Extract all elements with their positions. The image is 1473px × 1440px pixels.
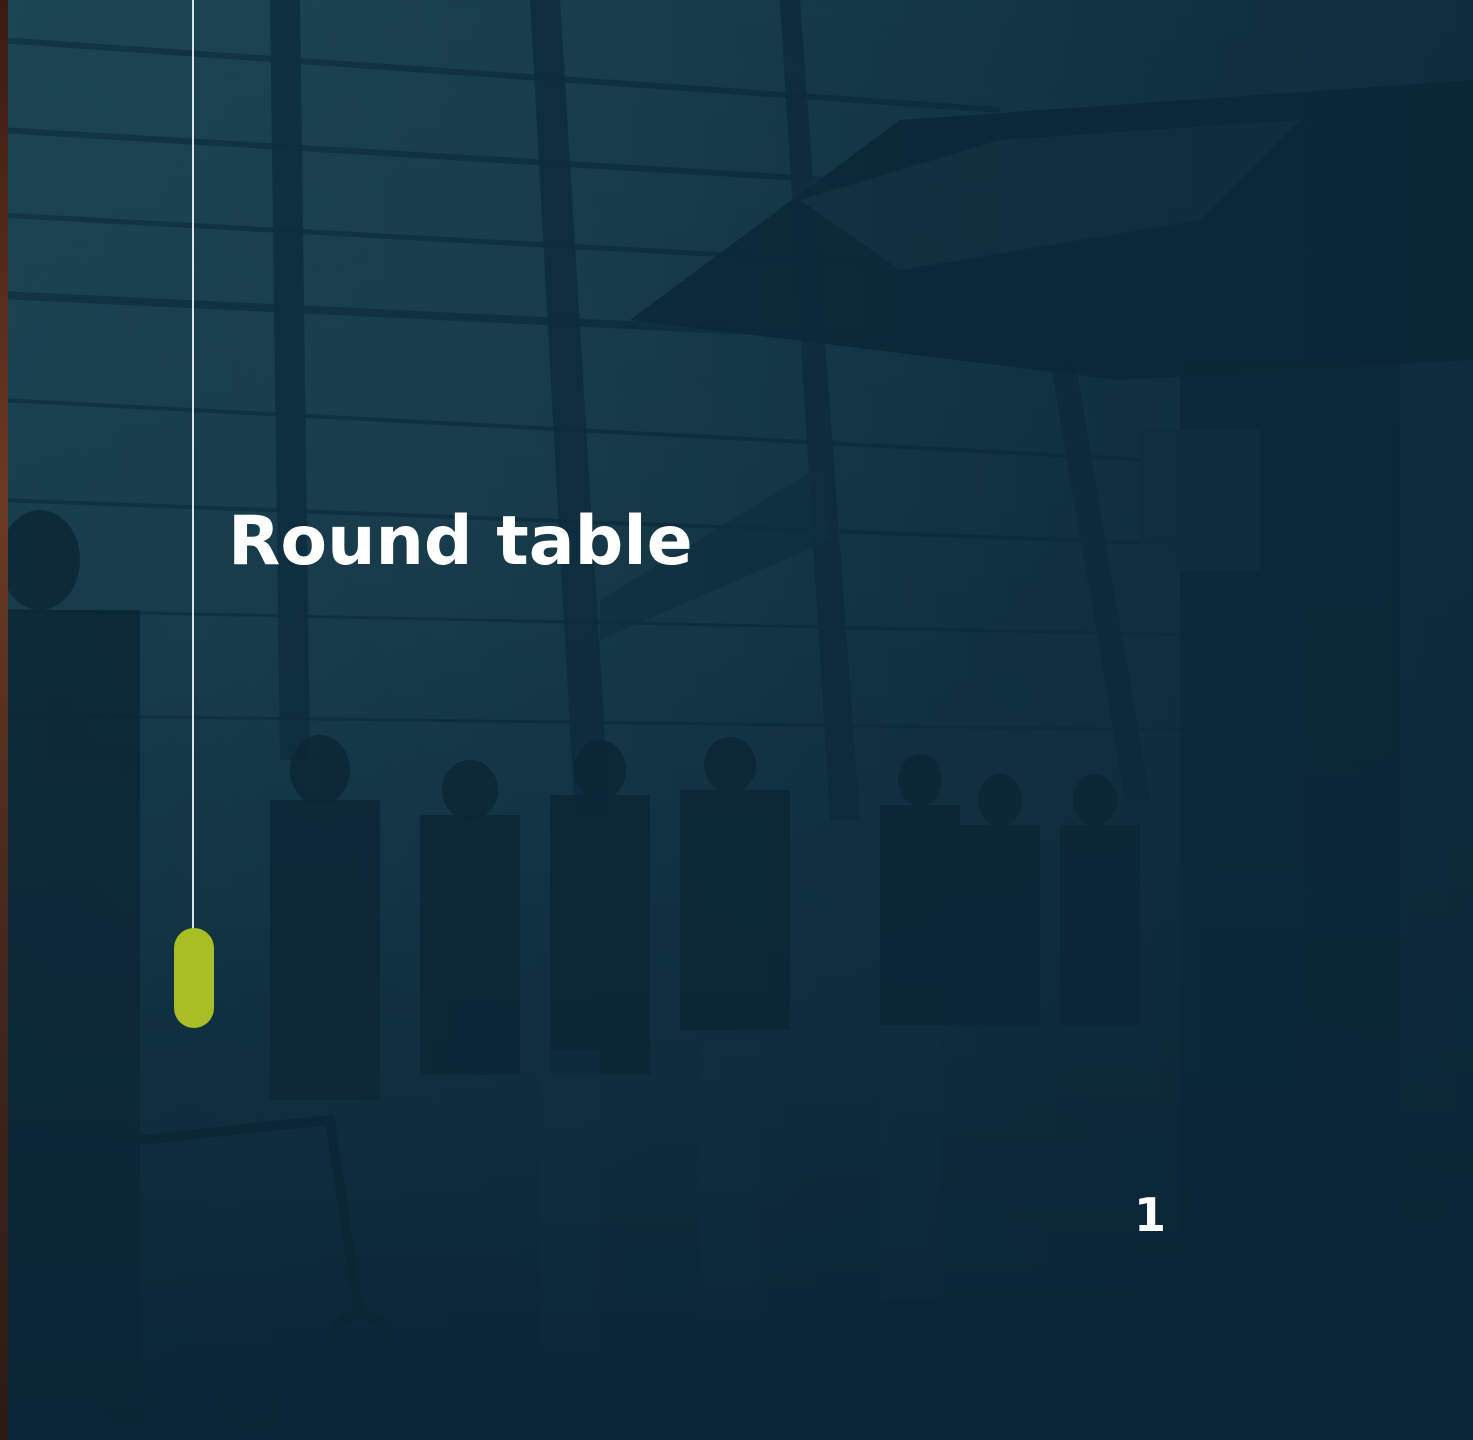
page-number: 1: [1134, 1188, 1167, 1242]
left-edge-strip: [0, 0, 8, 1440]
slide: Round table 1: [0, 0, 1473, 1440]
slide-title: Round table: [228, 502, 693, 581]
airport-terminal-silhouette-image: [0, 0, 1473, 1440]
timeline-line: [192, 0, 194, 930]
timeline-marker: [174, 928, 214, 1028]
